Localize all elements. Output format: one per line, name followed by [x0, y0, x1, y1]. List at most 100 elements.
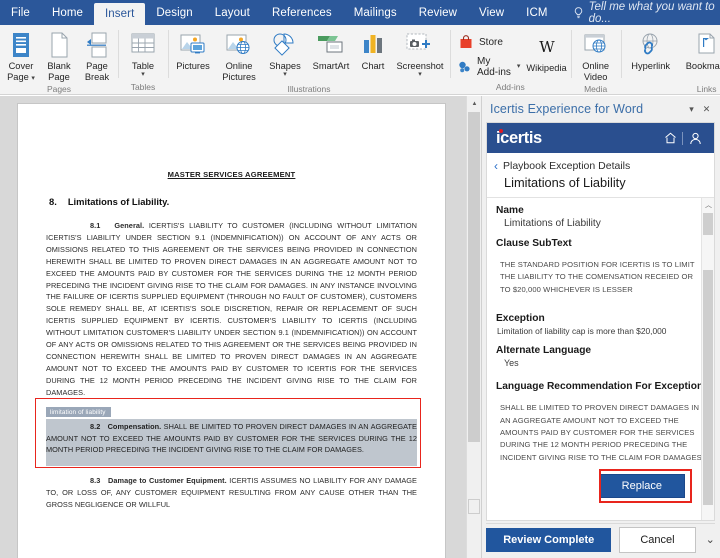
shapes-label: Shapes ▾ [262, 61, 308, 78]
wikipedia-label: Wikipedia [526, 63, 567, 73]
home-icon[interactable] [660, 129, 680, 147]
ribbon-group-links-label: Links [696, 84, 717, 94]
shapes-button[interactable]: Shapes ▾ [262, 28, 308, 78]
brand-bar-divider [682, 131, 683, 145]
tell-me-search[interactable]: Tell me what you want to do... [559, 0, 720, 25]
blank-page-button[interactable]: Blank Page [40, 28, 78, 82]
document-scrollbar[interactable]: ▲ [466, 96, 481, 558]
cover-page-caret-icon[interactable]: ▾ [31, 75, 35, 82]
tab-home[interactable]: Home [41, 0, 94, 25]
ribbon-group-pages-label: Pages [46, 84, 72, 94]
page-break-label: Page Break [84, 61, 110, 82]
document-scroll-thumb[interactable] [468, 112, 480, 442]
screenshot-button[interactable]: Screenshot ▾ [392, 28, 448, 78]
cover-page-button[interactable]: Cover Page ▾ [2, 28, 40, 82]
tab-file-label: File [11, 6, 30, 19]
smartart-label: SmartArt [312, 61, 350, 71]
breadcrumb-label: Playbook Exception Details [503, 160, 631, 172]
tab-insert[interactable]: Insert [94, 3, 146, 25]
tab-view[interactable]: View [468, 0, 515, 25]
field-value-name: Limitations of Liability [504, 218, 601, 229]
tab-icm[interactable]: ICM [515, 0, 558, 25]
tab-view-label: View [479, 6, 505, 19]
tab-design[interactable]: Design [145, 0, 203, 25]
tell-me-text: Tell me what you want to do... [588, 0, 715, 25]
field-label-clause-subtext: Clause SubText [496, 238, 572, 249]
ribbon-group-tables-label: Tables [130, 82, 156, 92]
smartart-button[interactable]: SmartArt [308, 28, 354, 72]
cover-page-icon [10, 30, 32, 60]
document-section-heading: 8. Limitations of Liability. [46, 196, 417, 207]
pictures-button[interactable]: Pictures [170, 28, 216, 72]
cover-page-label: Cover Page ▾ [7, 61, 35, 82]
page-break-button[interactable]: Page Break [78, 28, 116, 82]
field-value-alternate-language: Yes [504, 358, 519, 369]
store-button[interactable]: Store [458, 34, 520, 50]
clause-8-2-highlight: 8.2 Compensation. SHALL BE LIMITED TO PR… [46, 418, 417, 467]
pane-scroll-thumb[interactable] [703, 270, 713, 505]
tab-design-label: Design [156, 6, 193, 19]
chevron-down-icon[interactable]: ▾ [684, 100, 699, 118]
field-spacer-3 [496, 336, 705, 345]
screenshot-caret-icon[interactable]: ▾ [392, 71, 448, 78]
task-pane: Icertis Experience for Word ▾ ✕ icertis [481, 96, 720, 558]
field-spacer-2 [496, 300, 705, 313]
field-label-exception: Exception [496, 313, 545, 325]
close-icon[interactable]: ✕ [699, 100, 714, 118]
tab-review[interactable]: Review [408, 0, 468, 25]
document-split-handle[interactable] [468, 499, 480, 514]
tab-layout[interactable]: Layout [204, 0, 261, 25]
shapes-caret-icon[interactable]: ▾ [262, 71, 308, 78]
footer-chevron-down-icon[interactable]: ⌄ [704, 533, 715, 546]
document-page[interactable]: MASTER SERVICES AGREEMENT 8. Limitations… [18, 104, 445, 558]
ribbon-group-addins: Store My Add-ins ▾ W Wikipedia Add-ins [450, 25, 571, 94]
highlighted-clause-region[interactable]: limitation of liability 8.2 Compensation… [35, 397, 421, 469]
my-addins-icon [458, 59, 472, 75]
online-video-button[interactable]: Online Video [573, 28, 619, 82]
table-button[interactable]: Table ▾ [120, 28, 166, 78]
account-icon[interactable] [685, 129, 705, 147]
ribbon-body: Cover Page ▾ Blank Page Page Break Pages… [0, 25, 720, 95]
store-label: Store [479, 36, 503, 48]
brand-bar-icons [660, 129, 705, 147]
ribbon-group-media: Online Video Media [570, 25, 621, 94]
breadcrumb[interactable]: ‹ Playbook Exception Details [487, 153, 714, 173]
ribbon-group-illustrations-label: Illustrations [287, 84, 331, 94]
ribbon-tab-bar: File Home Insert Design Layout Reference… [0, 0, 720, 25]
document-title: MASTER SERVICES AGREEMENT [167, 170, 296, 179]
store-icon [458, 34, 474, 50]
pane-scrollbar[interactable]: ︿ [701, 198, 714, 520]
scroll-up-icon[interactable]: ▲ [467, 96, 481, 111]
online-pictures-button[interactable]: Online Pictures [216, 28, 262, 82]
table-icon [129, 30, 157, 60]
pane-fields: Name Limitations of Liability Clause Sub… [487, 198, 714, 506]
back-chevron-icon[interactable]: ‹ [494, 160, 498, 172]
my-addins-button[interactable]: My Add-ins ▾ [458, 56, 520, 78]
field-label-name: Name [496, 205, 524, 216]
chart-button[interactable]: Chart [354, 28, 392, 72]
hyperlink-button[interactable]: Hyperlink [623, 28, 679, 72]
replace-button[interactable]: Replace [598, 474, 685, 499]
page-break-icon [86, 30, 108, 60]
clause-8-2: 8.2 Compensation. SHALL BE LIMITED TO PR… [46, 421, 417, 457]
tab-references[interactable]: References [261, 0, 343, 25]
icertis-logo-text: icertis [496, 129, 542, 147]
field-spacer-4 [496, 368, 705, 381]
bookmark-button[interactable]: Bookmark [679, 28, 720, 72]
pane-scroll-up-icon[interactable]: ︿ [702, 198, 714, 212]
table-caret-icon[interactable]: ▾ [120, 71, 166, 78]
wikipedia-button[interactable]: W Wikipedia [524, 28, 568, 74]
cancel-button[interactable]: Cancel [619, 526, 696, 553]
field-value-exception: Limitation of liability cap is more than… [497, 326, 667, 337]
field-label-alternate-language: Alternate Language [496, 345, 592, 357]
logo-dot-icon [498, 129, 503, 133]
tab-mailings[interactable]: Mailings [343, 0, 408, 25]
tab-layout-label: Layout [214, 6, 250, 19]
pane-scroll-thumb-top[interactable] [703, 213, 713, 235]
hyperlink-icon [637, 30, 665, 60]
my-addins-caret-icon[interactable]: ▾ [517, 63, 521, 70]
review-complete-button[interactable]: Review Complete [486, 527, 612, 552]
tab-file[interactable]: File [0, 0, 41, 25]
my-addins-label: My Add-ins [477, 56, 511, 78]
replace-button-row: Replace [496, 468, 705, 504]
